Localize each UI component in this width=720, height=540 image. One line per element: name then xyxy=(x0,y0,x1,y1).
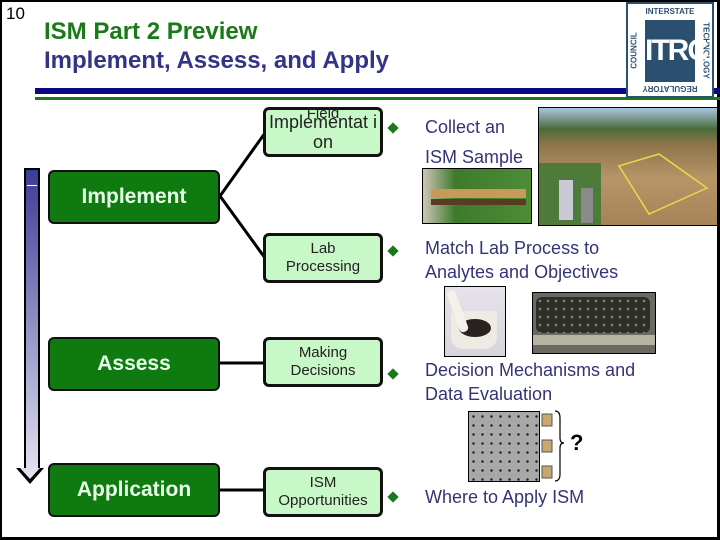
bullet-line: Match Lab Process to xyxy=(425,238,600,258)
phase-application: Application xyxy=(48,463,220,517)
step-field-implementation: Field Implementat ion xyxy=(263,105,383,157)
mortar-pestle-photo xyxy=(444,286,506,357)
phase-implement: Implement xyxy=(48,170,220,224)
process-arrow xyxy=(24,168,40,470)
question-mark: ? xyxy=(570,430,584,455)
step-label: Lab Processing xyxy=(285,240,361,275)
step-label-over: Field xyxy=(306,105,340,122)
arrow-head-fill xyxy=(20,468,40,479)
phase-assess: Assess xyxy=(48,337,220,391)
step-label: Making Decisions xyxy=(290,344,356,379)
field-photo xyxy=(538,107,718,226)
bullet-text-lab: Match Lab Process to Analytes and Object… xyxy=(425,236,618,284)
bullet-text-apply: Where to Apply ISM xyxy=(425,485,584,509)
arrow-tick xyxy=(27,185,37,186)
replicate-jars-icon xyxy=(541,410,565,482)
connector-implement-lab xyxy=(218,195,267,259)
connector-implement-field xyxy=(218,132,267,197)
bullet-text-collect: Collect an ISM Sample xyxy=(425,115,523,169)
bullet-line: Where to Apply ISM xyxy=(425,487,585,507)
step-lab-processing: Lab Processing xyxy=(263,233,383,283)
bullet-line: ISM Sample xyxy=(425,147,524,167)
decision-grid-graphic xyxy=(468,411,540,482)
bullet-line: Data Evaluation xyxy=(425,384,553,404)
step-ism-opportunities: ISM Opportunities xyxy=(263,467,383,517)
step-label: ISM Opportunities xyxy=(278,474,368,509)
bullet-line: Collect an xyxy=(425,117,506,137)
bullet-text-decision: Decision Mechanisms and Data Evaluation xyxy=(425,358,635,406)
step-making-decisions: Making Decisions xyxy=(263,337,383,387)
bullet-line: Decision Mechanisms and xyxy=(425,360,636,380)
bullet-line: Analytes and Objectives xyxy=(425,262,619,282)
core-sample-photo xyxy=(422,168,532,224)
sample-tray-photo xyxy=(532,292,656,354)
